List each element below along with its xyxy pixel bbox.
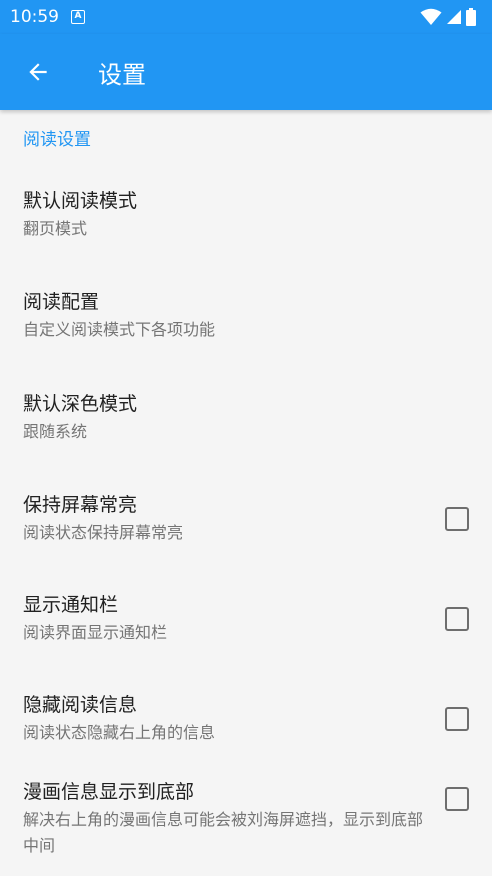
pref-title: 保持屏幕常亮 <box>23 494 138 516</box>
app-bar: 设置 <box>0 34 492 110</box>
show-notification-bar-checkbox[interactable] <box>445 607 469 631</box>
pref-reading-config[interactable]: 阅读配置 自定义阅读模式下各项功能 <box>0 265 492 367</box>
pref-summary: 解决右上角的漫画信息可能会被刘海屏遮挡，显示到底部中间 <box>23 810 424 855</box>
settings-list: 阅读设置 默认阅读模式 翻页模式 阅读配置 自定义阅读模式下各项功能 默认深色模… <box>0 110 492 876</box>
pref-summary: 翻页模式 <box>23 218 88 238</box>
pref-title: 默认阅读模式 <box>23 189 138 212</box>
arrow-left-icon <box>29 63 47 81</box>
signal-icon <box>447 10 461 24</box>
status-icons <box>420 8 476 26</box>
hide-reading-info-checkbox[interactable] <box>445 707 469 731</box>
pref-summary: 阅读状态隐藏右上角的信息 <box>23 723 216 742</box>
pref-summary: 阅读状态保持屏幕常亮 <box>23 523 184 542</box>
pref-comic-info-bottom[interactable]: 漫画信息显示到底部 解决右上角的漫画信息可能会被刘海屏遮挡，显示到底部中间 <box>0 769 492 876</box>
pref-show-notification-bar[interactable]: 显示通知栏 阅读界面显示通知栏 <box>0 569 492 669</box>
keep-screen-on-checkbox[interactable] <box>445 507 469 531</box>
pref-title: 隐藏阅读信息 <box>23 694 138 716</box>
pref-default-reading-mode[interactable]: 默认阅读模式 翻页模式 <box>0 164 492 265</box>
pref-title: 漫画信息显示到底部 <box>23 781 195 803</box>
wifi-icon <box>420 8 442 25</box>
page-title: 设置 <box>98 60 146 89</box>
pref-summary: 跟随系统 <box>23 422 88 441</box>
pref-title: 默认深色模式 <box>23 393 138 415</box>
pref-summary: 自定义阅读模式下各项功能 <box>23 320 216 339</box>
pref-default-dark-mode[interactable]: 默认深色模式 跟随系统 <box>0 367 492 469</box>
battery-icon <box>466 8 476 26</box>
app-notification-icon: A <box>71 10 85 24</box>
status-bar: 10:59 A <box>0 0 492 34</box>
pref-hide-reading-info[interactable]: 隐藏阅读信息 阅读状态隐藏右上角的信息 <box>0 669 492 769</box>
section-header-reading: 阅读设置 <box>23 129 91 150</box>
comic-info-bottom-checkbox[interactable] <box>445 787 469 811</box>
pref-summary: 阅读界面显示通知栏 <box>23 623 168 642</box>
pref-title: 阅读配置 <box>23 291 100 313</box>
pref-keep-screen-on[interactable]: 保持屏幕常亮 阅读状态保持屏幕常亮 <box>0 469 492 569</box>
back-button[interactable] <box>0 34 76 110</box>
pref-title: 显示通知栏 <box>23 594 119 616</box>
status-time: 10:59 <box>10 7 59 27</box>
